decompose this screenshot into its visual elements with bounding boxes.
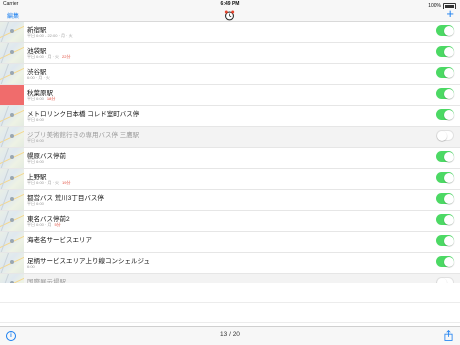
map-thumbnail: [0, 211, 24, 231]
list-item[interactable]: 上野駅 平日 6:00 · 月 · 火 19分: [0, 169, 460, 190]
enable-toggle[interactable]: [436, 235, 454, 246]
toggle-knob: [443, 172, 454, 183]
alarm-list: 新宿駅 平日 6:00 - 22:00 · 月 · 火池袋駅 平日 6:00 · 月…: [0, 22, 460, 295]
list-item-schedule: 平日 6:00: [27, 96, 44, 101]
list-item-subtitle: 6:00 · 月 · 火: [27, 75, 50, 81]
map-thumbnail: [0, 85, 24, 105]
toggle-knob: [443, 109, 454, 120]
list-item-schedule: 平日 6:00 · 月: [27, 222, 52, 227]
enable-toggle[interactable]: [436, 193, 454, 204]
map-thumbnail: [0, 64, 24, 84]
list-item[interactable]: ジブリ美術館行きの専用バス停 三鷹駅 平日 6:00: [0, 127, 460, 148]
list-item-schedule: 6:00 · 月 · 火: [27, 75, 50, 80]
list-item-title: 海老名サービスエリア: [27, 237, 92, 244]
list-item[interactable]: 足柄サービスエリア上り線コンシェルジュ 6:00: [0, 253, 460, 274]
status-bar: Carrier 6:49 PM 100%: [0, 0, 460, 10]
list-item[interactable]: 秋葉原駅 平日 6:00 18分: [0, 85, 460, 106]
list-item-subtitle: 平日 6:00: [27, 117, 44, 123]
list-item-schedule: 平日 6:00: [27, 138, 44, 143]
page-counter: 13 / 20: [220, 331, 240, 338]
toggle-knob: [443, 88, 454, 99]
list-item-subtitle: 平日 6:00 - 22:00 · 月 · 火: [27, 33, 73, 39]
list-item-subtitle: 6:00: [27, 264, 35, 269]
list-item-title: 足柄サービスエリア上り線コンシェルジュ: [27, 258, 151, 265]
list-item-subtitle: 平日 6:00: [27, 138, 44, 144]
list-item-subtitle: 平日 6:00 · 月 5分: [27, 222, 61, 228]
toggle-knob: [443, 193, 454, 204]
list-item-warning: 22分: [62, 54, 71, 59]
map-thumbnail: [0, 169, 24, 189]
status-time: 6:49 PM: [220, 1, 240, 7]
enable-toggle[interactable]: [436, 25, 454, 36]
list-item-warning: 19分: [62, 180, 71, 185]
list-item-schedule: 6:00: [27, 264, 35, 269]
enable-toggle[interactable]: [436, 151, 454, 162]
enable-toggle[interactable]: [436, 256, 454, 267]
enable-toggle[interactable]: [436, 67, 454, 78]
map-thumbnail: [0, 232, 24, 252]
map-thumbnail: [0, 106, 24, 126]
list-item-subtitle: 平日 6:00: [27, 159, 44, 165]
toggle-knob: [443, 235, 454, 246]
map-thumbnail: [0, 253, 24, 273]
list-item[interactable]: 渋谷駅 6:00 · 月 · 火: [0, 64, 460, 85]
toggle-knob: [443, 67, 454, 78]
enable-toggle[interactable]: [436, 214, 454, 225]
list-item-subtitle: 平日 6:00 18分: [27, 96, 55, 102]
list-item[interactable]: 東名バス停前2 平日 6:00 · 月 5分: [0, 211, 460, 232]
list-item-warning: 18分: [46, 96, 56, 101]
enable-toggle[interactable]: [436, 88, 454, 99]
map-thumbnail: [0, 127, 24, 147]
map-thumbnail: [0, 22, 24, 42]
map-thumbnail: [0, 190, 24, 210]
map-thumbnail: [0, 148, 24, 168]
list-item[interactable]: 幌原バス停前 平日 6:00: [0, 148, 460, 169]
share-icon[interactable]: [444, 330, 453, 341]
enable-toggle[interactable]: [436, 109, 454, 120]
navigation-bar: 編集 +: [0, 7, 460, 22]
edit-button[interactable]: 編集: [7, 11, 19, 20]
toggle-knob: [443, 151, 454, 162]
list-item-schedule: 平日 6:00 · 月 · 火: [27, 54, 60, 59]
list-item-schedule: 平日 6:00 · 月 · 火: [27, 180, 60, 185]
list-item-schedule: 平日 6:00: [27, 159, 44, 164]
alarm-clock-icon: [224, 10, 235, 21]
list-item-schedule: 平日 6:00: [27, 117, 44, 122]
map-thumbnail: [0, 43, 24, 63]
toggle-knob: [443, 46, 454, 57]
enable-toggle[interactable]: [436, 46, 454, 57]
list-item-schedule: 平日 6:00 - 22:00 · 月 · 火: [27, 33, 73, 38]
toggle-knob: [443, 25, 454, 36]
divider: [0, 322, 460, 323]
divider: [0, 302, 460, 303]
list-item-schedule: 平日 6:00: [27, 201, 44, 206]
list-item[interactable]: 都営バス 荒川3丁目バス停 平日 6:00: [0, 190, 460, 211]
enable-toggle[interactable]: [436, 172, 454, 183]
toggle-knob: [443, 256, 454, 267]
list-item[interactable]: メトロリンク日本橋 コレド室町バス停 平日 6:00: [0, 106, 460, 127]
toggle-knob: [443, 214, 454, 225]
list-item-subtitle: 平日 6:00 · 月 · 火 19分: [27, 180, 70, 186]
bottom-toolbar: i 13 / 20: [0, 326, 460, 345]
empty-list-area: [0, 283, 460, 327]
add-button[interactable]: +: [446, 7, 454, 20]
list-item-subtitle: 平日 6:00 · 月 · 火 22分: [27, 54, 70, 60]
list-item[interactable]: 海老名サービスエリア: [0, 232, 460, 253]
list-item[interactable]: 新宿駅 平日 6:00 - 22:00 · 月 · 火: [0, 22, 460, 43]
list-item-warning: 5分: [54, 222, 61, 227]
list-item[interactable]: 池袋駅 平日 6:00 · 月 · 火 22分: [0, 43, 460, 64]
toggle-knob: [437, 130, 447, 141]
enable-toggle[interactable]: [436, 130, 454, 141]
list-item-subtitle: 平日 6:00: [27, 201, 44, 207]
